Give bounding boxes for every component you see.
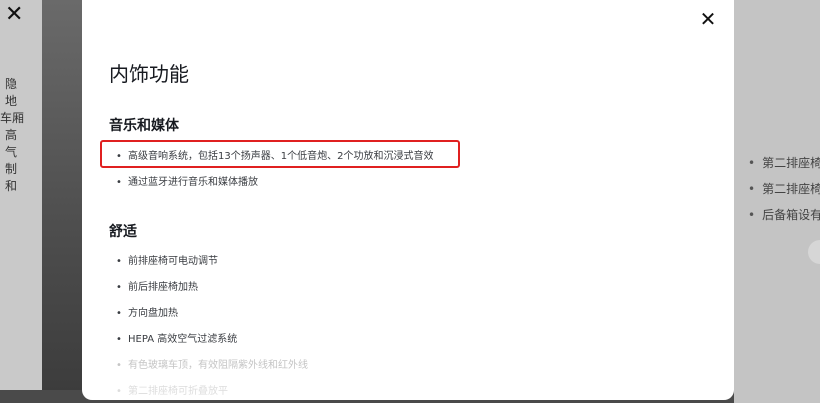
- background-left-text: 隐 地 车厢 高 气 制 和: [0, 76, 25, 195]
- background-text-line: 地: [4, 94, 17, 108]
- list-item: 前后排座椅加热: [116, 275, 308, 301]
- list-item: 第二排座椅可折叠放平: [116, 379, 308, 400]
- comfort-feature-list: 前排座椅可电动调节 前后排座椅加热 方向盘加热 HEPA 高效空气过滤系统 有色…: [116, 249, 308, 400]
- background-right-panel: 第二排座椅 第二排座椅 后备箱设有: [734, 0, 820, 403]
- section-heading-comfort: 舒适: [109, 224, 137, 240]
- background-right-list: 第二排座椅 第二排座椅 后备箱设有: [748, 150, 820, 228]
- background-list-item: 后备箱设有: [748, 202, 820, 228]
- highlight-annotation-box: [100, 140, 460, 168]
- background-left-panel: ✕ 隐 地 车厢 高 气 制 和: [0, 0, 42, 403]
- close-button[interactable]: ✕: [697, 8, 719, 30]
- background-interior-photo: [42, 0, 82, 403]
- list-item: 方向盘加热: [116, 301, 308, 327]
- modal-title: 内饰功能: [109, 62, 189, 86]
- background-text-line: 制: [4, 162, 17, 176]
- list-item: 有色玻璃车顶，有效阻隔紫外线和红外线: [116, 353, 308, 379]
- background-close-icon[interactable]: ✕: [5, 4, 23, 26]
- list-item: 通过蓝牙进行音乐和媒体播放: [116, 170, 433, 196]
- background-text-line: 气: [4, 145, 17, 159]
- background-next-arrow-icon[interactable]: [808, 240, 820, 264]
- section-heading-media: 音乐和媒体: [109, 118, 179, 134]
- interior-features-modal: ✕ 内饰功能 音乐和媒体 高级音响系统，包括13个扬声器、1个低音炮、2个功放和…: [82, 0, 734, 400]
- background-list-item: 第二排座椅: [748, 150, 820, 176]
- background-text-line: 高: [4, 128, 17, 142]
- background-list-item: 第二排座椅: [748, 176, 820, 202]
- list-item: 前排座椅可电动调节: [116, 249, 308, 275]
- background-text-line: 车厢: [0, 111, 25, 125]
- list-item: HEPA 高效空气过滤系统: [116, 327, 308, 353]
- background-text-line: 隐: [4, 77, 17, 91]
- background-text-line: 和: [4, 179, 17, 193]
